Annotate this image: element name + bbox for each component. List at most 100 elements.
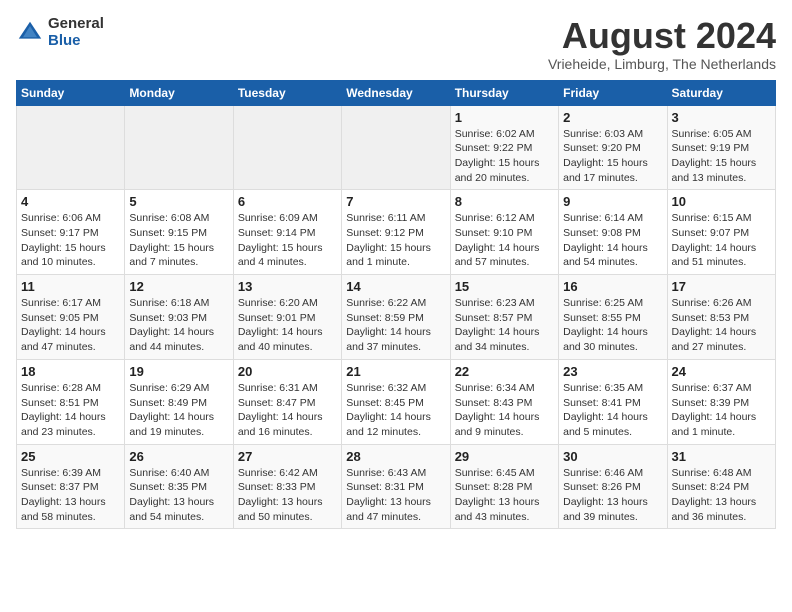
day-info: Sunrise: 6:31 AM Sunset: 8:47 PM Dayligh… — [238, 381, 337, 440]
col-friday: Friday — [559, 80, 667, 105]
col-saturday: Saturday — [667, 80, 775, 105]
calendar-cell: 21 Sunrise: 6:32 AM Sunset: 8:45 PM Dayli… — [342, 359, 450, 444]
day-info: Sunrise: 6:35 AM Sunset: 8:41 PM Dayligh… — [563, 381, 662, 440]
day-info: Sunrise: 6:39 AM Sunset: 8:37 PM Dayligh… — [21, 466, 120, 525]
day-number: 29 — [455, 449, 554, 464]
logo-text: General Blue — [48, 16, 104, 49]
calendar-cell — [233, 105, 341, 190]
day-info: Sunrise: 6:09 AM Sunset: 9:14 PM Dayligh… — [238, 211, 337, 270]
day-info: Sunrise: 6:18 AM Sunset: 9:03 PM Dayligh… — [129, 296, 228, 355]
day-info: Sunrise: 6:37 AM Sunset: 8:39 PM Dayligh… — [672, 381, 771, 440]
calendar-cell: 3 Sunrise: 6:05 AM Sunset: 9:19 PM Daylig… — [667, 105, 775, 190]
col-tuesday: Tuesday — [233, 80, 341, 105]
day-number: 24 — [672, 364, 771, 379]
day-number: 9 — [563, 194, 662, 209]
col-sunday: Sunday — [17, 80, 125, 105]
day-info: Sunrise: 6:23 AM Sunset: 8:57 PM Dayligh… — [455, 296, 554, 355]
calendar-cell: 1Sunrise: 6:02 AM Sunset: 9:22 PM Daylig… — [450, 105, 558, 190]
calendar-week-2: 4 Sunrise: 6:06 AM Sunset: 9:17 PM Daylig… — [17, 190, 776, 275]
calendar-header-row: Sunday Monday Tuesday Wednesday Thursday… — [17, 80, 776, 105]
day-number: 19 — [129, 364, 228, 379]
day-info: Sunrise: 6:46 AM Sunset: 8:26 PM Dayligh… — [563, 466, 662, 525]
calendar-cell — [342, 105, 450, 190]
day-info: Sunrise: 6:20 AM Sunset: 9:01 PM Dayligh… — [238, 296, 337, 355]
day-number: 1 — [455, 110, 554, 125]
calendar-cell — [125, 105, 233, 190]
day-number: 21 — [346, 364, 445, 379]
calendar-cell: 20 Sunrise: 6:31 AM Sunset: 8:47 PM Dayli… — [233, 359, 341, 444]
day-info: Sunrise: 6:14 AM Sunset: 9:08 PM Dayligh… — [563, 211, 662, 270]
calendar-cell: 13 Sunrise: 6:20 AM Sunset: 9:01 PM Dayli… — [233, 275, 341, 360]
calendar-cell: 17 Sunrise: 6:26 AM Sunset: 8:53 PM Dayli… — [667, 275, 775, 360]
day-number: 5 — [129, 194, 228, 209]
col-thursday: Thursday — [450, 80, 558, 105]
day-info: Sunrise: 6:17 AM Sunset: 9:05 PM Dayligh… — [21, 296, 120, 355]
day-info: Sunrise: 6:34 AM Sunset: 8:43 PM Dayligh… — [455, 381, 554, 440]
logo-blue: Blue — [48, 33, 104, 50]
day-number: 15 — [455, 279, 554, 294]
calendar-cell: 11 Sunrise: 6:17 AM Sunset: 9:05 PM Dayli… — [17, 275, 125, 360]
title-area: August 2024 Vrieheide, Limburg, The Neth… — [548, 16, 776, 72]
calendar-cell: 18Sunrise: 6:28 AM Sunset: 8:51 PM Dayli… — [17, 359, 125, 444]
day-number: 8 — [455, 194, 554, 209]
day-info: Sunrise: 6:12 AM Sunset: 9:10 PM Dayligh… — [455, 211, 554, 270]
day-number: 13 — [238, 279, 337, 294]
day-info: Sunrise: 6:26 AM Sunset: 8:53 PM Dayligh… — [672, 296, 771, 355]
calendar-cell: 31 Sunrise: 6:48 AM Sunset: 8:24 PM Dayli… — [667, 444, 775, 529]
day-number: 22 — [455, 364, 554, 379]
day-info: Sunrise: 6:06 AM Sunset: 9:17 PM Dayligh… — [21, 211, 120, 270]
calendar-cell: 23 Sunrise: 6:35 AM Sunset: 8:41 PM Dayli… — [559, 359, 667, 444]
calendar-cell: 22 Sunrise: 6:34 AM Sunset: 8:43 PM Dayli… — [450, 359, 558, 444]
subtitle: Vrieheide, Limburg, The Netherlands — [548, 56, 776, 72]
day-info: Sunrise: 6:48 AM Sunset: 8:24 PM Dayligh… — [672, 466, 771, 525]
calendar-cell: 29 Sunrise: 6:45 AM Sunset: 8:28 PM Dayli… — [450, 444, 558, 529]
calendar-cell: 16Sunrise: 6:25 AM Sunset: 8:55 PM Dayli… — [559, 275, 667, 360]
calendar-cell: 2 Sunrise: 6:03 AM Sunset: 9:20 PM Daylig… — [559, 105, 667, 190]
day-number: 7 — [346, 194, 445, 209]
day-number: 17 — [672, 279, 771, 294]
calendar-week-4: 18Sunrise: 6:28 AM Sunset: 8:51 PM Dayli… — [17, 359, 776, 444]
day-info: Sunrise: 6:03 AM Sunset: 9:20 PM Dayligh… — [563, 127, 662, 186]
day-number: 23 — [563, 364, 662, 379]
calendar-cell: 8 Sunrise: 6:12 AM Sunset: 9:10 PM Daylig… — [450, 190, 558, 275]
day-info: Sunrise: 6:08 AM Sunset: 9:15 PM Dayligh… — [129, 211, 228, 270]
day-info: Sunrise: 6:42 AM Sunset: 8:33 PM Dayligh… — [238, 466, 337, 525]
calendar-cell: 7Sunrise: 6:11 AM Sunset: 9:12 PM Daylig… — [342, 190, 450, 275]
day-info: Sunrise: 6:25 AM Sunset: 8:55 PM Dayligh… — [563, 296, 662, 355]
day-info: Sunrise: 6:28 AM Sunset: 8:51 PM Dayligh… — [21, 381, 120, 440]
calendar-cell: 25Sunrise: 6:39 AM Sunset: 8:37 PM Dayli… — [17, 444, 125, 529]
day-number: 11 — [21, 279, 120, 294]
header: General Blue August 2024 Vrieheide, Limb… — [16, 16, 776, 72]
calendar-cell: 24 Sunrise: 6:37 AM Sunset: 8:39 PM Dayli… — [667, 359, 775, 444]
calendar-cell: 19Sunrise: 6:29 AM Sunset: 8:49 PM Dayli… — [125, 359, 233, 444]
day-number: 30 — [563, 449, 662, 464]
main-title: August 2024 — [548, 16, 776, 56]
col-wednesday: Wednesday — [342, 80, 450, 105]
calendar-cell: 15 Sunrise: 6:23 AM Sunset: 8:57 PM Dayli… — [450, 275, 558, 360]
day-number: 14 — [346, 279, 445, 294]
calendar-cell: 28Sunrise: 6:43 AM Sunset: 8:31 PM Dayli… — [342, 444, 450, 529]
calendar-week-5: 25Sunrise: 6:39 AM Sunset: 8:37 PM Dayli… — [17, 444, 776, 529]
day-number: 31 — [672, 449, 771, 464]
day-number: 28 — [346, 449, 445, 464]
day-number: 2 — [563, 110, 662, 125]
day-info: Sunrise: 6:32 AM Sunset: 8:45 PM Dayligh… — [346, 381, 445, 440]
calendar: Sunday Monday Tuesday Wednesday Thursday… — [16, 80, 776, 530]
calendar-week-1: 1Sunrise: 6:02 AM Sunset: 9:22 PM Daylig… — [17, 105, 776, 190]
logo-icon — [16, 19, 44, 47]
calendar-cell: 9 Sunrise: 6:14 AM Sunset: 9:08 PM Daylig… — [559, 190, 667, 275]
day-number: 10 — [672, 194, 771, 209]
calendar-cell: 26Sunrise: 6:40 AM Sunset: 8:35 PM Dayli… — [125, 444, 233, 529]
logo-general: General — [48, 16, 104, 33]
calendar-cell: 4 Sunrise: 6:06 AM Sunset: 9:17 PM Daylig… — [17, 190, 125, 275]
calendar-cell: 14Sunrise: 6:22 AM Sunset: 8:59 PM Dayli… — [342, 275, 450, 360]
day-number: 3 — [672, 110, 771, 125]
col-monday: Monday — [125, 80, 233, 105]
day-info: Sunrise: 6:45 AM Sunset: 8:28 PM Dayligh… — [455, 466, 554, 525]
day-info: Sunrise: 6:05 AM Sunset: 9:19 PM Dayligh… — [672, 127, 771, 186]
day-number: 20 — [238, 364, 337, 379]
calendar-cell: 27Sunrise: 6:42 AM Sunset: 8:33 PM Dayli… — [233, 444, 341, 529]
day-number: 6 — [238, 194, 337, 209]
calendar-cell: 10Sunrise: 6:15 AM Sunset: 9:07 PM Dayli… — [667, 190, 775, 275]
day-number: 4 — [21, 194, 120, 209]
